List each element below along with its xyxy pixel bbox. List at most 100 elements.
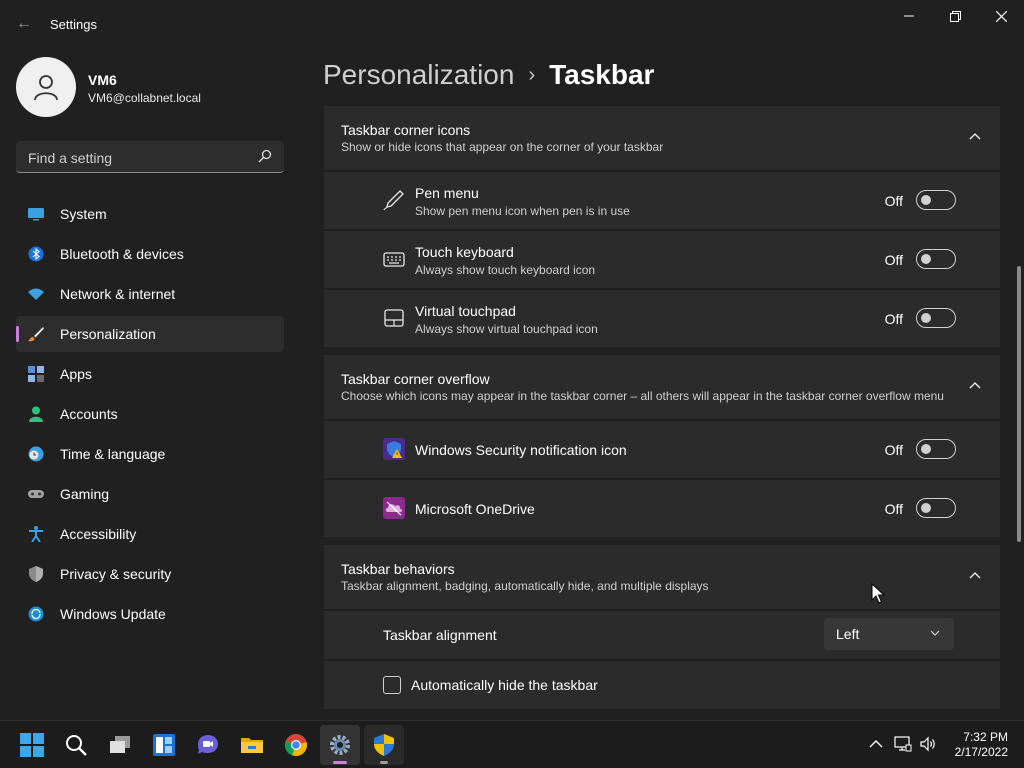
person-icon: [29, 406, 43, 422]
toggle-state: Off: [884, 442, 903, 458]
search-icon[interactable]: [258, 149, 272, 163]
row-subtitle: Always show touch keyboard icon: [415, 263, 596, 277]
volume-icon[interactable]: [919, 735, 937, 753]
windows-security-icon: [374, 734, 394, 756]
sidebar-item-label: Privacy & security: [60, 566, 172, 582]
toggle-state: Off: [884, 193, 903, 209]
sidebar-item-label: Apps: [60, 366, 92, 382]
mouse-cursor-icon: [871, 583, 886, 604]
group-subtitle: Choose which icons may appear in the tas…: [341, 389, 944, 403]
app-title: Settings: [50, 17, 97, 32]
chrome-icon: [284, 734, 307, 757]
sidebar-item-apps[interactable]: Apps: [16, 356, 284, 392]
widgets-button[interactable]: [144, 725, 184, 765]
search-input[interactable]: [26, 147, 250, 169]
sidebar-item-bluetooth[interactable]: Bluetooth & devices: [16, 236, 284, 272]
gamepad-icon: [28, 490, 44, 498]
sidebar-item-time-language[interactable]: Time & language: [16, 436, 284, 472]
sidebar-item-label: Accessibility: [60, 526, 137, 542]
chevron-up-icon[interactable]: [968, 569, 982, 583]
close-button[interactable]: [978, 0, 1024, 32]
chevron-up-icon[interactable]: [968, 130, 982, 144]
taskbar-alignment-dropdown[interactable]: Left: [824, 618, 954, 650]
avatar[interactable]: [16, 57, 76, 117]
chevron-up-icon[interactable]: [867, 735, 885, 753]
person-icon: [34, 75, 58, 101]
chevron-down-icon: [930, 630, 940, 636]
dropdown-value: Left: [836, 626, 860, 642]
chrome-button[interactable]: [276, 725, 316, 765]
apps-icon: [28, 366, 44, 382]
onedrive-row: Microsoft OneDrive Off: [324, 480, 1000, 537]
sidebar-item-accounts[interactable]: Accounts: [16, 396, 284, 432]
teams-chat-button[interactable]: [188, 725, 228, 765]
row-subtitle: Always show virtual touchpad icon: [415, 322, 598, 336]
corner-overflow-header[interactable]: Taskbar corner overflow Choose which ico…: [324, 355, 1000, 419]
file-explorer-button[interactable]: [232, 725, 272, 765]
monitor-icon: [28, 208, 44, 221]
settings-content: Taskbar corner icons Show or hide icons …: [324, 106, 1000, 716]
corner-icons-header[interactable]: Taskbar corner icons Show or hide icons …: [324, 106, 1000, 170]
user-name: VM6: [88, 72, 117, 88]
virtual-touchpad-row: Virtual touchpad Always show virtual tou…: [324, 290, 1000, 347]
clock-date: 2/17/2022: [954, 745, 1008, 759]
windows-security-toggle[interactable]: [916, 439, 956, 459]
title-bar: ← Settings: [0, 0, 1024, 48]
taskbar: 7:32 PM 2/17/2022: [0, 720, 1024, 768]
maximize-button[interactable]: [932, 0, 978, 32]
group-title: Taskbar behaviors: [341, 561, 455, 577]
close-icon: [995, 10, 1007, 22]
sidebar-item-label: Network & internet: [60, 286, 176, 302]
shield-icon: [29, 566, 43, 582]
onedrive-icon: [383, 497, 405, 519]
sidebar-item-gaming[interactable]: Gaming: [16, 476, 284, 512]
bluetooth-icon: [28, 246, 44, 262]
onedrive-toggle[interactable]: [916, 498, 956, 518]
pen-menu-toggle[interactable]: [916, 190, 956, 210]
restore-icon: [949, 10, 961, 22]
windows-security-app-button[interactable]: [364, 725, 404, 765]
update-icon: [28, 606, 44, 622]
clock[interactable]: 7:32 PM 2/17/2022: [938, 730, 1008, 760]
windows-security-icon: [383, 438, 405, 460]
sidebar-item-network[interactable]: Network & internet: [16, 276, 284, 312]
row-title[interactable]: Automatically hide the taskbar: [411, 677, 598, 693]
taskbar-search-button[interactable]: [56, 725, 96, 765]
virtual-touchpad-toggle[interactable]: [916, 308, 956, 328]
sidebar-item-privacy-security[interactable]: Privacy & security: [16, 556, 284, 592]
sidebar-item-label: Windows Update: [60, 606, 166, 622]
row-title: Windows Security notification icon: [415, 442, 627, 458]
network-icon[interactable]: [894, 735, 912, 753]
touch-keyboard-toggle[interactable]: [916, 249, 956, 269]
chevron-up-icon[interactable]: [968, 379, 982, 393]
sidebar-item-label: Accounts: [60, 406, 118, 422]
group-subtitle: Show or hide icons that appear on the co…: [341, 140, 664, 154]
sidebar-item-system[interactable]: System: [16, 196, 284, 232]
sidebar-item-personalization[interactable]: Personalization: [16, 316, 284, 352]
taskbar-alignment-row: Taskbar alignment Left: [324, 611, 1000, 659]
touch-keyboard-row: Touch keyboard Always show touch keyboar…: [324, 231, 1000, 288]
search-box[interactable]: [16, 141, 284, 173]
task-view-button[interactable]: [100, 725, 140, 765]
keyboard-icon: [383, 252, 405, 267]
scrollbar-thumb[interactable]: [1017, 266, 1021, 542]
autohide-checkbox[interactable]: [383, 676, 401, 694]
settings-app-button[interactable]: [320, 725, 360, 765]
behaviors-header[interactable]: Taskbar behaviors Taskbar alignment, bad…: [324, 545, 1000, 609]
minimize-button[interactable]: [886, 0, 932, 32]
pen-menu-row: Pen menu Show pen menu icon when pen is …: [324, 172, 1000, 229]
toggle-state: Off: [884, 252, 903, 268]
breadcrumb-parent[interactable]: Personalization: [323, 59, 514, 90]
sidebar-item-windows-update[interactable]: Windows Update: [16, 596, 284, 632]
sidebar-item-accessibility[interactable]: Accessibility: [16, 516, 284, 552]
windows-security-row: Windows Security notification icon Off: [324, 421, 1000, 478]
back-arrow-icon[interactable]: ←: [14, 14, 34, 34]
row-subtitle: Show pen menu icon when pen is in use: [415, 204, 630, 218]
row-title: Taskbar alignment: [383, 627, 497, 643]
group-title: Taskbar corner icons: [341, 122, 471, 138]
sidebar-nav: System Bluetooth & devices Network & int…: [16, 196, 284, 636]
task-view-icon: [110, 736, 130, 753]
start-button[interactable]: [12, 725, 52, 765]
search-icon: [66, 735, 87, 756]
toggle-state: Off: [884, 501, 903, 517]
